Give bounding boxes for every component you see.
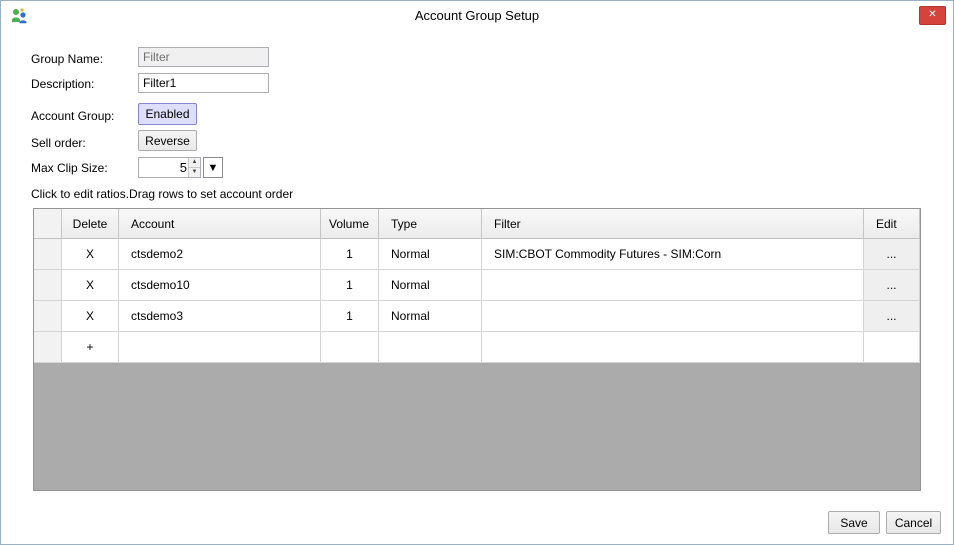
sell-order-label: Sell order: (31, 136, 86, 150)
table-row: X ctsdemo3 1 Normal ... (34, 301, 920, 332)
header-delete[interactable]: Delete (62, 209, 119, 239)
account-cell[interactable]: ctsdemo10 (119, 270, 321, 301)
filter-cell[interactable] (482, 332, 864, 363)
account-cell[interactable]: ctsdemo2 (119, 239, 321, 270)
delete-cell[interactable]: X (62, 270, 119, 301)
description-label: Description: (31, 77, 94, 91)
edit-cell[interactable]: ... (864, 270, 920, 301)
account-group-enabled-toggle[interactable]: Enabled (138, 103, 197, 125)
row-selector[interactable] (34, 332, 62, 363)
description-field[interactable] (138, 73, 269, 93)
sell-order-reverse-button[interactable]: Reverse (138, 130, 197, 151)
table-row: X ctsdemo10 1 Normal ... (34, 270, 920, 301)
table-new-row: + (34, 332, 920, 363)
table-row: X ctsdemo2 1 Normal SIM:CBOT Commodity F… (34, 239, 920, 270)
window-title: Account Group Setup (1, 1, 953, 31)
volume-cell[interactable]: 1 (321, 301, 379, 332)
max-clip-size-input[interactable] (139, 158, 189, 177)
volume-cell[interactable]: 1 (321, 270, 379, 301)
volume-cell[interactable]: 1 (321, 239, 379, 270)
type-cell[interactable]: Normal (379, 301, 482, 332)
edit-cell[interactable]: ... (864, 301, 920, 332)
header-filter[interactable]: Filter (482, 209, 864, 239)
header-selector[interactable] (34, 209, 62, 239)
save-button[interactable]: Save (828, 511, 880, 534)
group-name-label: Group Name: (31, 52, 103, 66)
spin-up-icon[interactable]: ▲ (188, 158, 200, 168)
edit-cell[interactable]: ... (864, 239, 920, 270)
filter-cell[interactable] (482, 270, 864, 301)
grid-header-row: Delete Account Volume Type Filter Edit (34, 209, 920, 239)
type-cell[interactable] (379, 332, 482, 363)
row-selector[interactable] (34, 270, 62, 301)
cancel-button[interactable]: Cancel (886, 511, 941, 534)
header-type[interactable]: Type (379, 209, 482, 239)
type-cell[interactable]: Normal (379, 270, 482, 301)
filter-cell[interactable] (482, 301, 864, 332)
header-volume[interactable]: Volume (321, 209, 379, 239)
header-edit[interactable]: Edit (864, 209, 920, 239)
dropdown-arrow-icon: ▼ (208, 162, 219, 174)
account-group-setup-dialog: Account Group Setup ✕ Group Name: Descri… (0, 0, 954, 545)
volume-cell[interactable] (321, 332, 379, 363)
group-name-field (138, 47, 269, 67)
filter-cell[interactable]: SIM:CBOT Commodity Futures - SIM:Corn (482, 239, 864, 270)
title-bar: Account Group Setup ✕ (1, 1, 953, 31)
account-cell[interactable]: ctsdemo3 (119, 301, 321, 332)
max-clip-dropdown-button[interactable]: ▼ (203, 157, 223, 178)
max-clip-size-stepper[interactable]: ▲ ▼ (138, 157, 201, 178)
close-button[interactable]: ✕ (919, 6, 946, 25)
grid-hint-text: Click to edit ratios.Drag rows to set ac… (31, 187, 293, 201)
type-cell[interactable]: Normal (379, 239, 482, 270)
edit-cell[interactable] (864, 332, 920, 363)
delete-cell[interactable]: X (62, 239, 119, 270)
accounts-grid: Delete Account Volume Type Filter Edit X… (33, 208, 921, 491)
account-group-label: Account Group: (31, 109, 114, 123)
account-cell[interactable] (119, 332, 321, 363)
add-row-cell[interactable]: + (62, 332, 119, 363)
row-selector[interactable] (34, 301, 62, 332)
header-account[interactable]: Account (119, 209, 321, 239)
delete-cell[interactable]: X (62, 301, 119, 332)
spin-down-icon[interactable]: ▼ (188, 168, 200, 178)
spin-buttons[interactable]: ▲ ▼ (188, 158, 200, 177)
row-selector[interactable] (34, 239, 62, 270)
max-clip-size-label: Max Clip Size: (31, 161, 108, 175)
